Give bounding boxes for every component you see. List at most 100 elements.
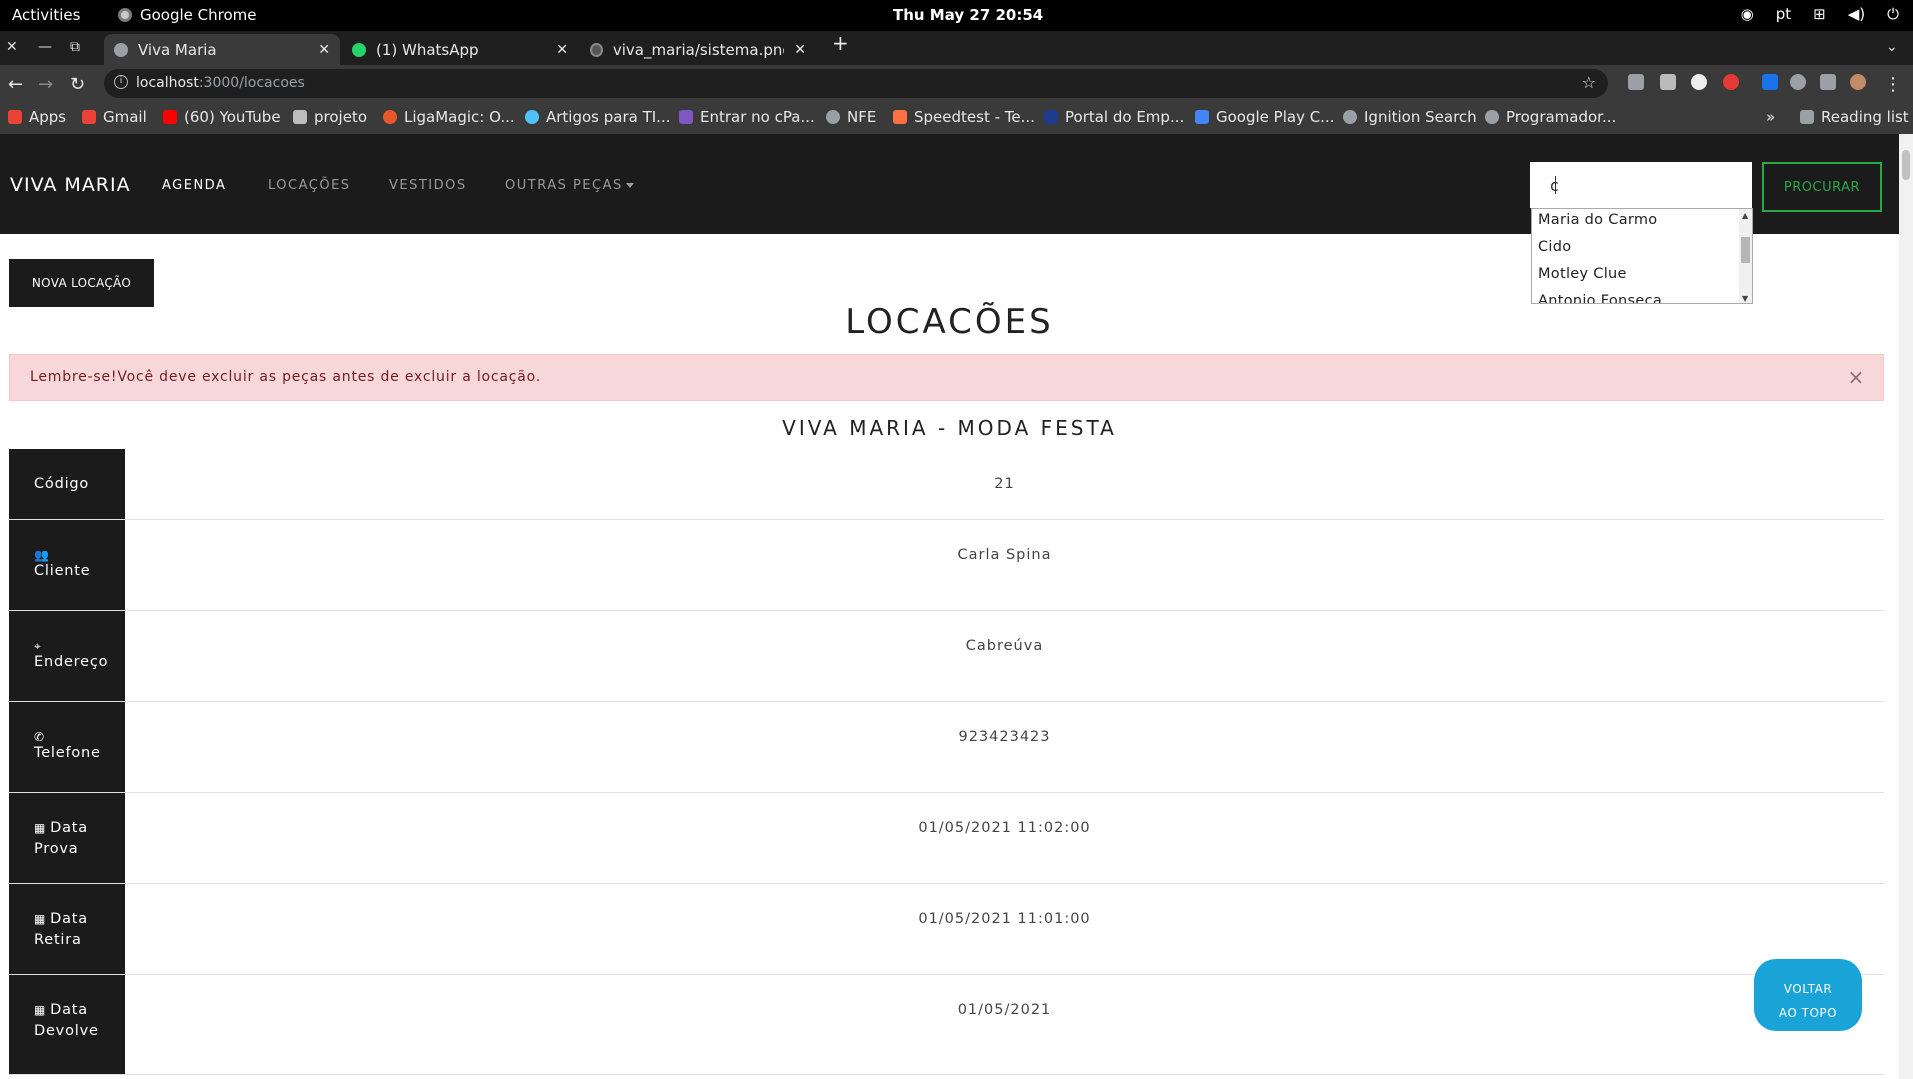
google-play-icon [1195, 110, 1209, 124]
site-brand[interactable]: VIVA MARIA [10, 174, 131, 196]
system-tray[interactable]: ◉ pt ⊞ ◀) ⏻ [1741, 5, 1899, 23]
screenshot-icon[interactable]: ◉ [1741, 5, 1754, 23]
tab-title: viva_maria/sistema.png a [612, 40, 785, 59]
globe-icon [114, 42, 128, 57]
power-icon[interactable]: ⏻ [1887, 5, 1899, 23]
row-header: ⌖ Endereço [9, 611, 125, 701]
table-row: ▦ Data Devolve 01/05/2021 [9, 975, 1884, 1075]
bookmark-gmail[interactable]: Gmail [82, 108, 147, 126]
text-cursor [1555, 176, 1556, 194]
app-menu[interactable]: Google Chrome [118, 6, 257, 24]
bookmark-nfe[interactable]: NFE [826, 108, 876, 126]
search-input[interactable] [1530, 162, 1752, 208]
table-row: 👥 Cliente Carla Spina [9, 520, 1884, 611]
bookmark-speedtest[interactable]: Speedtest - Te... [893, 108, 1035, 126]
tab-whatsapp[interactable]: (1) WhatsApp ✕ [342, 34, 578, 65]
bookmark-portal[interactable]: Portal do Emp... [1044, 108, 1184, 126]
minimize-window-icon[interactable]: — [38, 39, 52, 55]
tab-title: (1) WhatsApp [376, 40, 479, 59]
whatsapp-icon [352, 42, 366, 57]
restore-window-icon[interactable]: ⧉ [70, 39, 80, 55]
section-subtitle: VIVA MARIA - MODA FESTA [782, 416, 1117, 440]
page-viewport: VIVA MARIA AGENDA LOCAÇÕES VESTIDOS OUTR… [0, 134, 1899, 1079]
chrome-icon [118, 8, 132, 22]
table-row: Código 21 [9, 449, 1884, 520]
github-icon [590, 42, 603, 57]
suggestion-item[interactable]: Cido [1532, 236, 1752, 263]
new-tab-icon[interactable]: + [832, 31, 849, 55]
close-tab-icon[interactable]: ✕ [794, 42, 806, 58]
apps-grid-icon [8, 110, 22, 124]
volume-icon[interactable]: ◀) [1848, 5, 1865, 23]
forward-icon[interactable]: → [38, 74, 53, 95]
row-header: ▦ Data Prova [9, 793, 125, 883]
more-bookmarks-icon[interactable]: » [1766, 108, 1775, 126]
bookmark-star-icon[interactable]: ☆ [1582, 73, 1596, 92]
nav-locacoes[interactable]: LOCAÇÕES [268, 178, 351, 193]
new-rental-button[interactable]: NOVA LOCAÇÃO [9, 259, 154, 307]
table-row: ⌖ Endereço Cabreúva [9, 611, 1884, 702]
search-button[interactable]: PROCURAR [1762, 162, 1882, 212]
back-icon[interactable]: ← [8, 74, 23, 95]
react-extension-icon[interactable] [1790, 74, 1806, 90]
address-bar[interactable]: i localhost:3000/locacoes ☆ [104, 69, 1608, 98]
calendar-icon: ▦ [34, 1003, 47, 1017]
puzzle-extensions-icon[interactable] [1820, 74, 1836, 90]
caret-down-icon [625, 183, 634, 188]
language-indicator[interactable]: pt [1776, 5, 1791, 23]
bookmark-projeto[interactable]: projeto [293, 108, 367, 126]
site-info-icon[interactable]: i [114, 75, 128, 89]
page-scrollbar[interactable] [1899, 134, 1913, 1079]
gmail-icon [82, 110, 96, 124]
page-scroll-thumb[interactable] [1902, 150, 1910, 180]
close-tab-icon[interactable]: ✕ [556, 42, 568, 58]
reload-icon[interactable]: ↻ [70, 74, 85, 95]
alert-warning: Lembre-se!Você deve excluir as peças ant… [9, 354, 1884, 401]
bookmark-ignition[interactable]: Ignition Search [1343, 108, 1477, 126]
nav-outras-pecas[interactable]: OUTRAS PEÇAS [505, 178, 634, 193]
nav-vestidos[interactable]: VESTIDOS [389, 178, 467, 193]
chrome-menu-icon[interactable]: ⋮ [1884, 74, 1902, 95]
suggestion-item[interactable]: Motley Clue [1532, 263, 1752, 290]
network-icon[interactable]: ⊞ [1813, 5, 1826, 23]
bookmark-google-play[interactable]: Google Play C... [1195, 108, 1335, 126]
tab-search-icon[interactable]: ⌄ [1886, 39, 1898, 55]
speedtest-icon [893, 110, 907, 124]
reading-list[interactable]: Reading list [1800, 108, 1909, 126]
extension-icon[interactable] [1691, 74, 1707, 90]
vue-extension-icon[interactable] [1660, 74, 1676, 90]
profile-avatar[interactable] [1850, 74, 1866, 90]
search-suggestions[interactable]: Maria do Carmo Cido Motley Clue Antonio … [1531, 208, 1753, 304]
close-window-icon[interactable]: ✕ [6, 39, 18, 55]
users-icon: 👥 [34, 548, 50, 562]
suggestion-item[interactable]: Antonio Fonseca [1532, 290, 1752, 303]
extension-icon[interactable] [1762, 74, 1778, 90]
system-top-bar: Activities Google Chrome Thu May 27 20:5… [0, 0, 1913, 31]
adblock-extension-icon[interactable] [1723, 74, 1739, 90]
bookmarks-bar: Apps Gmail (60) YouTube projeto LigaMagi… [0, 102, 1913, 134]
scroll-thumb[interactable] [1741, 237, 1750, 263]
bookmark-artigos[interactable]: Artigos para TI... [525, 108, 671, 126]
nav-agenda[interactable]: AGENDA [162, 178, 226, 193]
back-to-top-button[interactable]: VOLTAR AO TOPO [1754, 959, 1862, 1031]
clock[interactable]: Thu May 27 20:54 [893, 6, 1043, 24]
globe-icon [1343, 110, 1357, 124]
close-alert-icon[interactable]: × [1847, 365, 1865, 389]
bookmark-apps[interactable]: Apps [8, 108, 66, 126]
app-name: Google Chrome [140, 6, 257, 24]
suggestion-item[interactable]: Maria do Carmo [1532, 209, 1752, 236]
scroll-down-icon[interactable]: ▼ [1742, 294, 1748, 303]
table-row: ▦ Data Retira 01/05/2021 11:01:00 [9, 884, 1884, 975]
scroll-up-icon[interactable]: ▲ [1742, 211, 1748, 220]
bookmark-ligamagic[interactable]: LigaMagic: O... [383, 108, 515, 126]
bookmark-programador[interactable]: Programador... [1485, 108, 1616, 126]
close-tab-icon[interactable]: ✕ [318, 42, 330, 58]
suggestions-scrollbar[interactable]: ▲ ▼ [1739, 209, 1752, 303]
activities-button[interactable]: Activities [12, 6, 80, 24]
bookmark-youtube[interactable]: (60) YouTube [163, 108, 281, 126]
rental-detail-table: Código 21 👥 Cliente Carla Spina ⌖ Endereço… [9, 449, 1884, 1075]
pocket-extension-icon[interactable] [1628, 74, 1644, 90]
tab-viva-maria[interactable]: Viva Maria ✕ [104, 34, 340, 65]
bookmark-cpanel[interactable]: Entrar no cPa... [679, 108, 815, 126]
tab-github[interactable]: viva_maria/sistema.png a ✕ [580, 34, 816, 65]
